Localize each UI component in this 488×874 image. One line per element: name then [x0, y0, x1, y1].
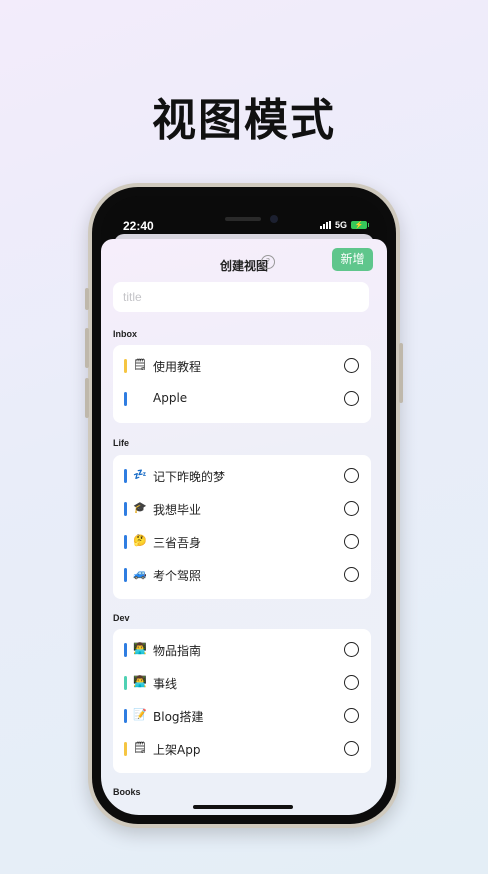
- color-tag: [124, 568, 127, 582]
- color-tag: [124, 709, 127, 723]
- section-label-inbox: Inbox: [113, 329, 137, 339]
- title-input[interactable]: [113, 282, 369, 312]
- color-tag: [124, 535, 127, 549]
- volume-down-button: [85, 378, 89, 418]
- status-time: 22:40: [123, 219, 154, 233]
- camera-icon: [270, 215, 278, 223]
- list-item[interactable]: Apple: [113, 382, 371, 415]
- list-item[interactable]: 🎓 我想毕业: [113, 492, 371, 525]
- add-button[interactable]: 新增: [332, 248, 373, 271]
- section-label-life: Life: [113, 438, 130, 448]
- phone-screen: 22:40 5G ⚡ 创建视图 ? 新增 Inbox🗒使用教程AppleLife…: [101, 196, 387, 815]
- thinking-face-icon: 🤔: [133, 534, 147, 547]
- list-item-label: Blog搭建: [153, 710, 204, 724]
- group-card-life: 💤 记下昨晚的梦 🎓 我想毕业 🤔 三省吾身 🚙 考个驾照: [113, 455, 371, 599]
- list-item-label: 物品指南: [153, 644, 202, 658]
- select-radio[interactable]: [344, 534, 359, 549]
- list-item[interactable]: 📝 Blog搭建: [113, 699, 371, 732]
- memo-icon: 🗒: [133, 358, 147, 371]
- headline: 视图模式: [152, 95, 336, 146]
- color-tag: [124, 359, 127, 373]
- select-radio[interactable]: [344, 741, 359, 756]
- list-item[interactable]: 🚙 考个驾照: [113, 558, 371, 591]
- select-radio[interactable]: [344, 675, 359, 690]
- signal-icon: [319, 221, 331, 229]
- memo-icon: 🗒: [133, 741, 147, 754]
- status-indicators: 5G ⚡: [319, 220, 369, 230]
- list-item-label: 考个驾照: [153, 569, 202, 583]
- power-button: [399, 343, 403, 403]
- select-radio[interactable]: [344, 642, 359, 657]
- list-item[interactable]: 🗒 上架App: [113, 732, 371, 765]
- select-radio[interactable]: [344, 501, 359, 516]
- speaker-grille: [225, 217, 261, 221]
- select-radio[interactable]: [344, 567, 359, 582]
- create-view-sheet: 创建视图 ? 新增 Inbox🗒使用教程AppleLife💤记下昨晚的梦🎓我想毕…: [101, 239, 387, 815]
- technologist-icon: 👨‍💻: [133, 675, 147, 688]
- color-tag: [124, 469, 127, 483]
- list-item-label: 上架App: [153, 743, 201, 757]
- section-label-books: Books: [113, 787, 141, 797]
- list-item-label: 记下昨晚的梦: [153, 470, 226, 484]
- select-radio[interactable]: [344, 468, 359, 483]
- select-radio[interactable]: [344, 708, 359, 723]
- list-item[interactable]: 👨‍💻 物品指南: [113, 633, 371, 666]
- section-label-dev: Dev: [113, 613, 130, 623]
- volume-up-button: [85, 328, 89, 368]
- car-icon: 🚙: [133, 567, 147, 580]
- sleep-icon: 💤: [133, 468, 147, 481]
- color-tag: [124, 742, 127, 756]
- home-indicator[interactable]: [193, 805, 293, 809]
- list-item[interactable]: 🗒 使用教程: [113, 349, 371, 382]
- list-item-label: 三省吾身: [153, 536, 202, 550]
- list-item[interactable]: 🤔 三省吾身: [113, 525, 371, 558]
- color-tag: [124, 676, 127, 690]
- network-label: 5G: [334, 220, 347, 230]
- select-radio[interactable]: [344, 391, 359, 406]
- select-radio[interactable]: [344, 358, 359, 373]
- group-card-dev: 👨‍💻 物品指南 👨‍💻 事线 📝 Blog搭建 🗒 上架App: [113, 629, 371, 773]
- battery-charging-icon: ⚡: [351, 221, 369, 229]
- list-item-label: 我想毕业: [153, 503, 202, 517]
- color-tag: [124, 392, 127, 406]
- list-item-label: 使用教程: [153, 360, 202, 374]
- color-tag: [124, 643, 127, 657]
- phone-frame: 22:40 5G ⚡ 创建视图 ? 新增 Inbox🗒使用教程AppleLife…: [85, 183, 403, 828]
- group-card-inbox: 🗒 使用教程 Apple: [113, 345, 371, 423]
- list-item-label: 事线: [153, 677, 178, 691]
- help-icon[interactable]: ?: [261, 255, 275, 269]
- list-item-label: Apple: [153, 391, 188, 405]
- technologist-icon: 👨‍💻: [133, 642, 147, 655]
- memo-icon: 📝: [133, 708, 147, 721]
- graduation-cap-icon: 🎓: [133, 501, 147, 514]
- color-tag: [124, 502, 127, 516]
- mute-switch: [85, 288, 89, 310]
- list-item[interactable]: 👨‍💻 事线: [113, 666, 371, 699]
- list-item[interactable]: 💤 记下昨晚的梦: [113, 459, 371, 492]
